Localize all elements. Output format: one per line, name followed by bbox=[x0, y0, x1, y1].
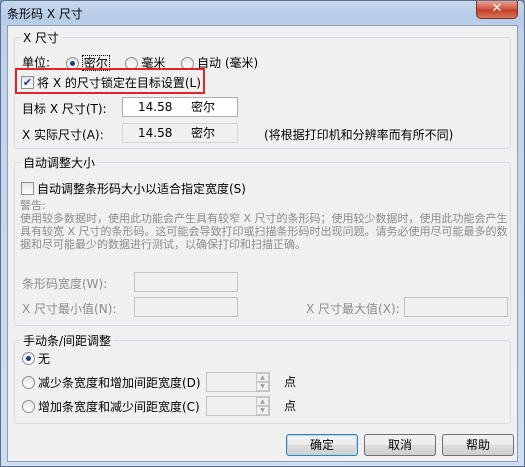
min-input[interactable] bbox=[134, 297, 238, 317]
auto-adjust-checkbox[interactable] bbox=[21, 182, 34, 195]
unit-auto-label: 自动 (毫米) bbox=[197, 55, 259, 70]
lock-checkbox[interactable]: ✔ bbox=[21, 76, 34, 89]
actual-label: X 实际尺寸(A): bbox=[22, 128, 104, 142]
warning-block: 警告: 使用较多数据时，使用此功能会产生具有较窄 X 尺寸的条形码；使用较少数据… bbox=[20, 199, 510, 251]
actual-size-value: 14.58 bbox=[138, 126, 173, 140]
decrease-stepper-up[interactable]: ▲ bbox=[256, 373, 269, 382]
radio-none[interactable] bbox=[22, 352, 35, 365]
manual-decrease-label: 减少条宽度和增加间距宽度(D) bbox=[38, 375, 201, 390]
manual-option-increase[interactable]: 增加条宽度和减少间距宽度(C) bbox=[22, 398, 200, 414]
cancel-button[interactable]: 取消 bbox=[364, 434, 436, 456]
target-size-input[interactable]: 14.58 密尔 bbox=[122, 97, 238, 117]
manual-none-label: 无 bbox=[38, 351, 51, 366]
x-size-legend: X 尺寸 bbox=[23, 31, 60, 45]
warning-title: 警告: bbox=[20, 199, 46, 212]
title-bar[interactable]: 条形码 X 尺寸 ✕ bbox=[1, 1, 524, 25]
dialog-client: X 尺寸 单位: 密尔 毫米 自动 (毫米) ✔ 将 X 的尺寸锁定在目标设置(L… bbox=[7, 25, 518, 462]
max-label: X 尺寸最大值(X): bbox=[306, 302, 400, 316]
manual-option-none[interactable]: 无 bbox=[22, 350, 50, 366]
warning-text: 使用较多数据时，使用此功能会产生具有较窄 X 尺寸的条形码；使用较少数据时，使用… bbox=[20, 212, 508, 251]
radio-decrease[interactable] bbox=[22, 376, 35, 389]
ok-button[interactable]: 确定 bbox=[286, 434, 358, 456]
min-label: X 尺寸最小值(N): bbox=[22, 302, 117, 316]
lock-checkbox-row[interactable]: ✔ 将 X 的尺寸锁定在目标设置(L) bbox=[21, 74, 201, 90]
decrease-stepper-down[interactable]: ▼ bbox=[256, 382, 269, 391]
max-input[interactable] bbox=[404, 297, 508, 317]
target-size-value: 14.58 bbox=[138, 100, 173, 114]
lock-checkbox-label: 将 X 的尺寸锁定在目标设置(L) bbox=[37, 75, 201, 90]
increase-unit: 点 bbox=[284, 399, 297, 413]
decrease-unit: 点 bbox=[284, 375, 297, 389]
auto-adjust-checkbox-label: 自动调整条形码大小以适合指定宽度(S) bbox=[37, 181, 246, 196]
window-title: 条形码 X 尺寸 bbox=[7, 7, 83, 21]
actual-size-note: (将根据打印机和分辨率而有所不同) bbox=[264, 128, 454, 142]
manual-increase-label: 增加条宽度和减少间距宽度(C) bbox=[38, 399, 200, 414]
target-size-unit: 密尔 bbox=[191, 100, 216, 114]
actual-size-field: 14.58 密尔 bbox=[122, 123, 238, 143]
width-input[interactable] bbox=[134, 272, 238, 292]
increase-stepper-up[interactable]: ▲ bbox=[256, 397, 269, 406]
help-button[interactable]: 帮助 bbox=[442, 434, 514, 456]
increase-stepper-down[interactable]: ▼ bbox=[256, 406, 269, 415]
target-label: 目标 X 尺寸(T): bbox=[22, 102, 107, 116]
auto-adjust-legend: 自动调整大小 bbox=[23, 156, 96, 170]
radio-increase[interactable] bbox=[22, 400, 35, 413]
close-icon: ✕ bbox=[491, 1, 503, 16]
width-label: 条形码宽度(W): bbox=[22, 277, 108, 291]
manual-option-decrease[interactable]: 减少条宽度和增加间距宽度(D) bbox=[22, 374, 201, 390]
auto-adjust-checkbox-row[interactable]: 自动调整条形码大小以适合指定宽度(S) bbox=[21, 180, 246, 196]
close-button[interactable]: ✕ bbox=[476, 1, 518, 19]
dialog-window: 条形码 X 尺寸 ✕ X 尺寸 单位: 密尔 毫米 自动 (毫米) ✔ 将 X 的… bbox=[0, 0, 525, 467]
actual-size-unit: 密尔 bbox=[191, 126, 216, 140]
manual-adjust-legend: 手动条/间距调整 bbox=[23, 334, 112, 348]
